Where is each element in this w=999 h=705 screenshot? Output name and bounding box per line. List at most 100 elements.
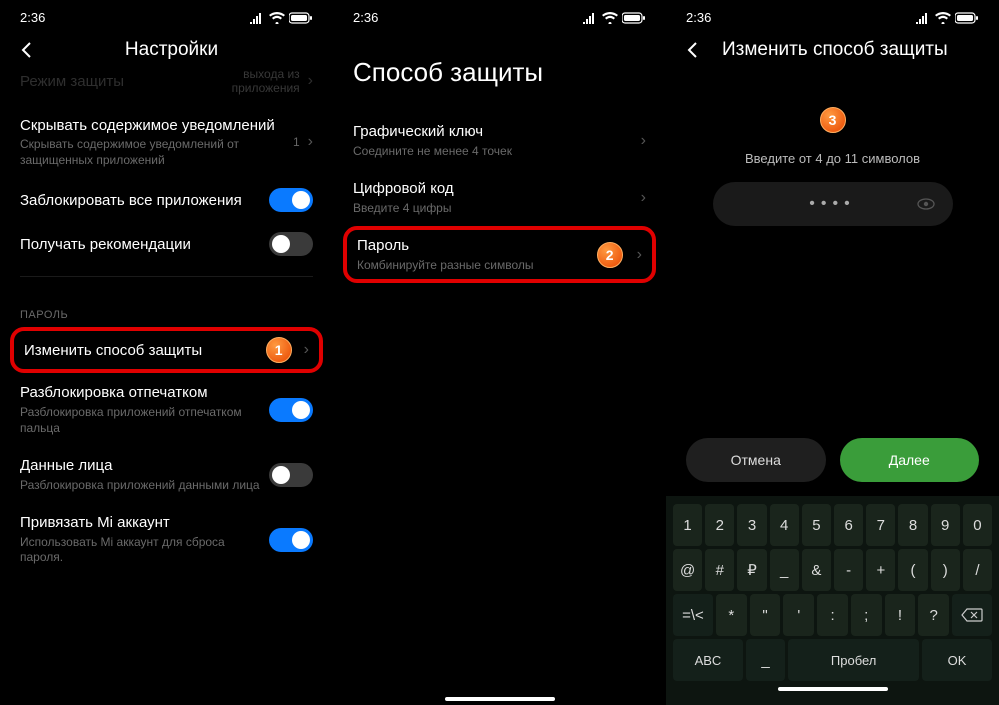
key-symbols[interactable]: =\< [673, 594, 713, 636]
key[interactable]: ₽ [737, 549, 766, 591]
action-buttons: Отмена Далее [666, 438, 999, 496]
key-backspace[interactable] [952, 594, 992, 636]
key[interactable]: ? [918, 594, 949, 636]
backspace-icon [961, 608, 983, 622]
key[interactable]: ) [931, 549, 960, 591]
back-button[interactable] [16, 39, 38, 61]
key[interactable]: 6 [834, 504, 863, 546]
chevron-right-icon: › [637, 246, 642, 264]
keyboard-row-3: =\< *"':;!? [670, 594, 995, 636]
row-fingerprint[interactable]: Разблокировка отпечаткомРазблокировка пр… [20, 373, 313, 446]
row-title: Заблокировать все приложения [20, 191, 269, 211]
chevron-right-icon: › [641, 132, 646, 150]
key[interactable]: 0 [963, 504, 992, 546]
key[interactable]: ' [783, 594, 814, 636]
row-title: Графический ключ [353, 122, 641, 142]
row-subtitle: Использовать Mi аккаунт для сброса парол… [20, 535, 269, 566]
key[interactable]: @ [673, 549, 702, 591]
status-icons [915, 12, 979, 24]
step-badge-3: 3 [820, 107, 846, 133]
keyboard-row-4: ABC _ Пробел OK [670, 639, 995, 681]
key[interactable]: - [834, 549, 863, 591]
row-title: Режим защиты [20, 72, 210, 92]
row-face[interactable]: Данные лицаРазблокировка приложений данн… [20, 446, 313, 503]
row-subtitle: Скрывать содержимое уведомлений от защищ… [20, 137, 293, 168]
key[interactable]: & [802, 549, 831, 591]
key-abc[interactable]: ABC [673, 639, 743, 681]
home-indicator[interactable] [778, 687, 888, 691]
key[interactable]: ( [898, 549, 927, 591]
wifi-icon [269, 12, 285, 24]
row-subtitle: Соедините не менее 4 точек [353, 144, 641, 160]
key[interactable]: " [750, 594, 781, 636]
key[interactable]: 9 [931, 504, 960, 546]
signal-icon [915, 12, 931, 24]
row-pin[interactable]: Цифровой кодВведите 4 цифры › [353, 169, 646, 226]
back-button[interactable] [682, 39, 704, 61]
battery-icon [955, 12, 979, 24]
page-title: Способ защиты [333, 29, 666, 112]
key[interactable]: 3 [737, 504, 766, 546]
header: Настройки [0, 29, 333, 67]
row-block-apps[interactable]: Заблокировать все приложения [20, 178, 313, 222]
key[interactable]: * [716, 594, 747, 636]
key[interactable]: 4 [770, 504, 799, 546]
row-pattern[interactable]: Графический ключ Соедините не менее 4 точ… [353, 112, 646, 169]
next-button[interactable]: Далее [840, 438, 980, 482]
key[interactable]: 2 [705, 504, 734, 546]
key[interactable]: ! [885, 594, 916, 636]
key[interactable]: 5 [802, 504, 831, 546]
row-hide-notif[interactable]: Скрывать содержимое уведомленийСкрывать … [20, 106, 313, 179]
settings-body: Режим защиты выхода из приложения › Скрыв… [0, 67, 333, 705]
key-space[interactable]: Пробел [788, 639, 919, 681]
phone-password: 2:36 Изменить способ защиты 3 Введите от… [666, 0, 999, 705]
row-value: выхода из приложения [210, 67, 300, 96]
key-ok[interactable]: OK [922, 639, 992, 681]
key[interactable]: 7 [866, 504, 895, 546]
status-icons [582, 12, 646, 24]
key[interactable]: _ [770, 549, 799, 591]
chevron-right-icon: › [308, 133, 313, 151]
chevron-right-icon: › [304, 341, 309, 359]
toggle-recommendations[interactable] [269, 232, 313, 256]
home-indicator[interactable] [445, 697, 555, 701]
status-time: 2:36 [20, 10, 45, 25]
row-mi-account[interactable]: Привязать Mi аккаунтИспользовать Mi акка… [20, 503, 313, 576]
wifi-icon [935, 12, 951, 24]
row-change-protection[interactable]: Изменить способ защиты 1 › [10, 327, 323, 373]
status-time: 2:36 [686, 10, 711, 25]
key[interactable]: / [963, 549, 992, 591]
divider [20, 276, 313, 277]
section-label: ПАРОЛЬ [20, 287, 313, 327]
wifi-icon [602, 12, 618, 24]
row-title: Разблокировка отпечатком [20, 383, 269, 403]
page-title: Изменить способ защиты [722, 39, 948, 61]
row-title: Цифровой код [353, 179, 641, 199]
row-protection-mode[interactable]: Режим защиты выхода из приложения › [20, 67, 313, 106]
key[interactable]: 1 [673, 504, 702, 546]
row-password[interactable]: ПарольКомбинируйте разные символы 2 › [343, 226, 656, 283]
row-title: Данные лица [20, 456, 269, 476]
toggle-mi-account[interactable] [269, 528, 313, 552]
key[interactable]: 8 [898, 504, 927, 546]
step-badge-1: 1 [266, 337, 292, 363]
row-title: Получать рекомендации [20, 235, 269, 255]
password-input[interactable]: •••• [713, 182, 953, 226]
signal-icon [582, 12, 598, 24]
keyboard-row-2: @#₽_&-+()/ [670, 549, 995, 591]
keyboard: 1234567890 @#₽_&-+()/ =\< *"':;!? ABC _ … [666, 496, 999, 705]
row-recommendations[interactable]: Получать рекомендации [20, 222, 313, 266]
key-underscore[interactable]: _ [746, 639, 785, 681]
key[interactable]: # [705, 549, 734, 591]
key[interactable]: ; [851, 594, 882, 636]
chevron-right-icon: › [308, 72, 313, 90]
key[interactable]: : [817, 594, 848, 636]
row-subtitle: Комбинируйте разные символы [357, 258, 597, 274]
toggle-fingerprint[interactable] [269, 398, 313, 422]
key[interactable]: + [866, 549, 895, 591]
eye-icon[interactable] [917, 198, 935, 210]
cancel-button[interactable]: Отмена [686, 438, 826, 482]
toggle-block-apps[interactable] [269, 188, 313, 212]
row-subtitle: Разблокировка приложений отпечатком паль… [20, 405, 269, 436]
toggle-face[interactable] [269, 463, 313, 487]
